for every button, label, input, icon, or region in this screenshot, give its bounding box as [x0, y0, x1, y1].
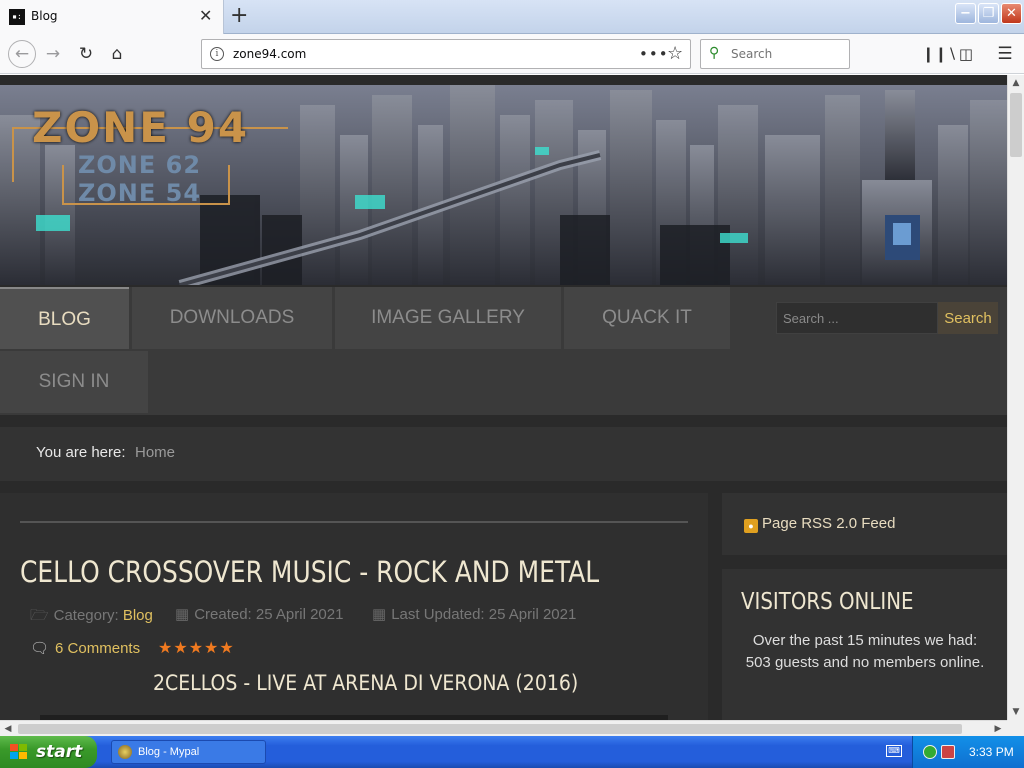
category-link[interactable]: Blog	[123, 607, 153, 624]
article: CELLO CROSSOVER MUSIC - ROCK AND METAL 🗁…	[0, 493, 708, 720]
star-icon[interactable]: ★	[173, 638, 188, 657]
calendar-icon: ▦	[175, 606, 190, 623]
restore-window-button[interactable]: ❐	[978, 3, 999, 24]
breadcrumb-prefix: You are here:	[36, 444, 126, 461]
sidebar-toggle-icon[interactable]: ◫	[954, 42, 978, 66]
scrollbar-corner	[1007, 720, 1024, 736]
search-engine-icon[interactable]: ⚲	[709, 45, 719, 61]
start-button[interactable]: start	[0, 736, 97, 768]
browser-search-box[interactable]: ⚲	[700, 39, 850, 69]
sidebar-rss-module: ● Page RSS 2.0 Feed	[722, 493, 1007, 555]
minimize-window-button[interactable]: −	[955, 3, 976, 24]
security-alert-icon[interactable]	[941, 745, 955, 759]
nav-item-blog[interactable]: BLOG	[0, 287, 129, 349]
star-icon[interactable]: ★	[189, 638, 204, 657]
keyboard-layout-icon[interactable]: ⌨	[886, 745, 902, 757]
page-viewport: ZONE 94 ZONE 62 ZONE 54 BLOG DOWNLOADS I…	[0, 75, 1007, 720]
article-updated-date: ▦ Last Updated: 25 April 2021	[372, 605, 576, 623]
rss-feed-link[interactable]: ● Page RSS 2.0 Feed	[744, 515, 895, 533]
taskbar: start Blog - Mypal ⌨ 3:33 PM	[0, 736, 1024, 768]
rating-stars[interactable]: ★★★★★	[158, 638, 235, 657]
divider	[20, 521, 688, 523]
browser-toolbar: ← → ↻ ⌂ i zone94.com ••• ☆ ⚲ ❙❙∖ ◫ ☰	[0, 34, 1024, 74]
back-arrow-icon[interactable]: ←	[8, 40, 36, 68]
scroll-up-arrow-icon[interactable]: ▲	[1008, 75, 1024, 91]
updated-text: Last Updated: 25 April 2021	[391, 606, 577, 623]
close-tab-icon[interactable]: ✕	[199, 7, 212, 25]
vertical-scrollbar[interactable]: ▲ ▼	[1007, 75, 1024, 720]
site-logo-main[interactable]: ZONE 94	[32, 103, 249, 152]
horizontal-scroll-thumb[interactable]	[18, 724, 962, 734]
visitors-text: Over the past 15 minutes we had: 503 gue…	[745, 632, 985, 671]
clock[interactable]: 3:33 PM	[969, 745, 1014, 759]
taskbar-item-mypal[interactable]: Blog - Mypal	[111, 740, 266, 764]
tab-blog[interactable]: ▪: Blog ✕	[0, 0, 224, 34]
star-icon[interactable]: ★	[219, 638, 234, 657]
system-tray: 3:33 PM	[912, 736, 1024, 768]
info-icon[interactable]: i	[210, 47, 224, 61]
start-label[interactable]: start	[36, 742, 82, 762]
comment-icon: 🗨	[30, 640, 50, 657]
article-category: 🗁 Category: Blog	[30, 605, 153, 630]
site-logo-sub1: ZONE 62	[78, 151, 202, 179]
nav-item-quack-it[interactable]: QUACK IT	[564, 287, 730, 349]
site-search-input[interactable]	[776, 302, 938, 334]
article-created-date: ▦ Created: 25 April 2021	[175, 605, 343, 623]
nav-item-downloads[interactable]: DOWNLOADS	[132, 287, 332, 349]
reload-icon[interactable]: ↻	[74, 42, 98, 66]
article-title[interactable]: CELLO CROSSOVER MUSIC - ROCK AND METAL	[20, 555, 599, 589]
comments-count[interactable]: 6 Comments	[55, 640, 140, 657]
page-actions-icon[interactable]: •••	[639, 45, 669, 63]
address-bar[interactable]: i zone94.com ••• ☆	[201, 39, 691, 69]
breadcrumb: You are here: Home	[0, 427, 1007, 481]
horizontal-scrollbar[interactable]: ◀ ▶	[0, 720, 1007, 736]
main-nav: BLOG DOWNLOADS IMAGE GALLERY QUACK IT SI…	[0, 287, 1007, 415]
network-icon[interactable]	[923, 745, 937, 759]
nav-item-sign-in[interactable]: SIGN IN	[0, 351, 148, 413]
bookmark-star-icon[interactable]: ☆	[667, 43, 683, 64]
forward-arrow-icon[interactable]: →	[41, 42, 65, 66]
sidebar-visitors-module: VISITORS ONLINE Over the past 15 minutes…	[722, 569, 1007, 720]
tab-title: Blog	[31, 9, 58, 23]
created-text: Created: 25 April 2021	[194, 606, 344, 623]
mypal-browser-icon	[118, 745, 132, 759]
breadcrumb-home-link[interactable]: Home	[135, 444, 175, 461]
home-icon[interactable]: ⌂	[105, 42, 129, 66]
calendar-icon: ▦	[372, 606, 387, 623]
star-icon[interactable]: ★	[158, 638, 173, 657]
windows-logo-icon	[10, 744, 27, 759]
rss-label[interactable]: Page RSS 2.0 Feed	[762, 515, 895, 532]
hamburger-menu-icon[interactable]: ☰	[993, 42, 1017, 66]
site-search-button[interactable]: Search	[938, 302, 998, 334]
tab-bar: ▪: Blog ✕ + − ❐ ✕	[0, 0, 1024, 34]
header-banner: ZONE 94 ZONE 62 ZONE 54	[0, 85, 1007, 285]
taskbar-item-label[interactable]: Blog - Mypal	[138, 746, 199, 758]
nav-item-image-gallery[interactable]: IMAGE GALLERY	[335, 287, 561, 349]
folder-icon: 🗁	[30, 607, 49, 624]
new-tab-icon[interactable]: +	[230, 3, 248, 29]
url-text[interactable]: zone94.com	[233, 47, 306, 61]
site-logo-sub2: ZONE 54	[78, 179, 202, 207]
visitors-title: VISITORS ONLINE	[741, 589, 914, 615]
category-label: Category:	[53, 607, 119, 624]
library-icon[interactable]: ❙❙∖	[922, 42, 957, 66]
site-favicon-icon: ▪:	[9, 9, 25, 25]
comments-link[interactable]: 🗨 6 Comments	[30, 639, 140, 657]
scroll-right-arrow-icon[interactable]: ▶	[990, 721, 1006, 737]
video-title: 2CELLOS - LIVE AT ARENA DI VERONA (2016)	[153, 671, 579, 695]
scroll-down-arrow-icon[interactable]: ▼	[1008, 704, 1024, 720]
star-icon[interactable]: ★	[204, 638, 219, 657]
close-window-button[interactable]: ✕	[1001, 3, 1022, 24]
scroll-left-arrow-icon[interactable]: ◀	[0, 721, 16, 737]
browser-search-input[interactable]	[731, 45, 846, 63]
rss-icon: ●	[744, 519, 758, 533]
vertical-scroll-thumb[interactable]	[1010, 93, 1022, 157]
